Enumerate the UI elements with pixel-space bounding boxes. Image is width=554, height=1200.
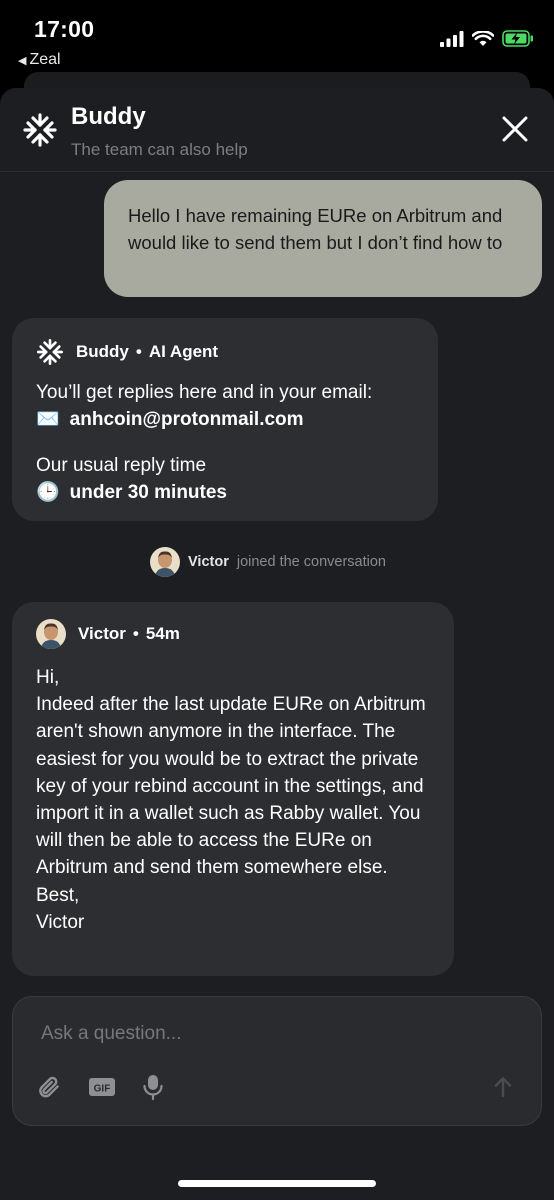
user-email: anhcoin@protonmail.com	[69, 409, 304, 430]
reply-time-value: under 30 minutes	[69, 482, 227, 503]
signal-icon	[440, 30, 464, 47]
separator-dot: •	[132, 624, 139, 643]
victor-card-header: Victor • 54m	[36, 619, 180, 649]
home-indicator[interactable]	[178, 1180, 376, 1187]
back-app-label: Zeal	[29, 51, 61, 68]
agent-role: AI Agent	[148, 342, 219, 361]
joined-text: joined the conversation	[236, 554, 386, 570]
page-title: Buddy	[71, 103, 146, 130]
status-bar: 17:00 ◀ Zeal	[0, 0, 554, 80]
user-message-text: Hello I have remaining EURe on Arbitrum …	[128, 205, 503, 253]
avatar	[150, 547, 180, 577]
victor-name: Victor	[78, 624, 126, 643]
victor-message-text: Hi, Indeed after the last update EURe on…	[36, 667, 426, 933]
message-composer: GIF	[12, 996, 542, 1126]
agent-name: Buddy	[76, 342, 129, 361]
reply-time-row: 🕒 under 30 minutes	[36, 479, 227, 506]
victor-message-card: Victor • 54m Hi, Indeed after the last u…	[12, 602, 454, 976]
header-subtitle: The team can also help	[71, 140, 248, 159]
attach-button[interactable]	[35, 1073, 63, 1101]
joined-agent-name: Victor	[188, 554, 229, 570]
agent-info-card: Buddy • AI Agent You’ll get replies here…	[12, 318, 438, 521]
separator-dot: •	[135, 342, 142, 361]
envelope-icon: ✉️	[36, 409, 60, 430]
reply-time-label: Our usual reply time	[36, 455, 207, 476]
svg-text:GIF: GIF	[94, 1084, 111, 1095]
email-row: ✉️ anhcoin@protonmail.com	[36, 406, 304, 433]
chat-header: Buddy The team can also help	[0, 88, 554, 172]
paperclip-icon	[39, 1076, 59, 1098]
buddy-logo-icon	[37, 339, 63, 365]
message-time: 54m	[145, 624, 180, 643]
avatar	[36, 619, 66, 649]
gif-button[interactable]: GIF	[87, 1073, 117, 1101]
agent-card-header: Buddy • AI Agent	[36, 338, 218, 366]
gif-icon: GIF	[89, 1078, 115, 1096]
joined-notice: Victor joined the conversation	[150, 546, 386, 578]
back-triangle-icon: ◀	[18, 54, 27, 67]
wifi-icon	[472, 30, 494, 46]
user-message-bubble: Hello I have remaining EURe on Arbitrum …	[104, 180, 542, 297]
close-icon	[502, 116, 528, 142]
question-input[interactable]	[41, 1021, 501, 1047]
battery-charging-icon	[502, 30, 533, 47]
status-icons	[440, 30, 534, 47]
send-arrow-icon	[494, 1077, 512, 1098]
buddy-logo-icon	[23, 113, 57, 147]
close-button[interactable]	[500, 114, 530, 144]
voice-button[interactable]	[139, 1073, 167, 1101]
status-time: 17:00	[34, 16, 95, 42]
clock-icon: 🕒	[36, 482, 60, 503]
back-to-app-button[interactable]: ◀ Zeal	[18, 51, 61, 69]
microphone-icon	[143, 1075, 163, 1101]
send-button[interactable]	[489, 1073, 517, 1101]
replies-info-text: You’ll get replies here and in your emai…	[36, 382, 373, 403]
